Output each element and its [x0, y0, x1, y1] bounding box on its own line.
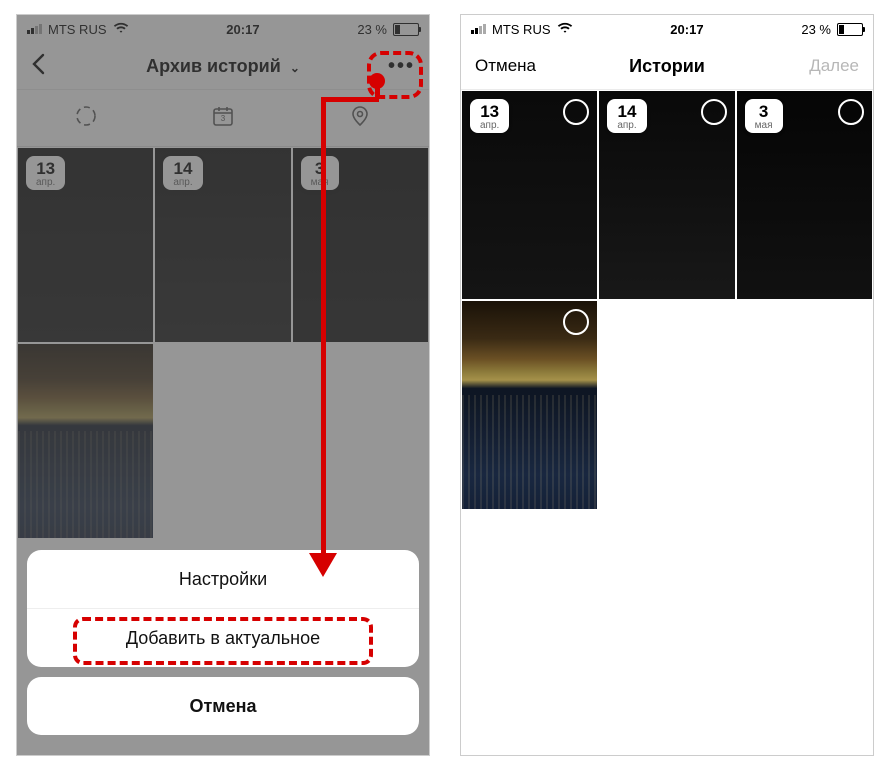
next-button[interactable]: Далее [809, 56, 859, 76]
select-ring-icon[interactable] [563, 309, 589, 335]
date-day: 14 [617, 103, 636, 121]
date-month: апр. [480, 121, 499, 132]
select-ring-icon[interactable] [838, 99, 864, 125]
battery-percent: 23 % [801, 22, 831, 37]
clock: 20:17 [670, 22, 703, 37]
date-badge: 3 мая [745, 99, 783, 133]
action-settings[interactable]: Настройки [27, 550, 419, 608]
date-day: 13 [480, 103, 499, 121]
date-month: апр. [617, 121, 636, 132]
action-cancel[interactable]: Отмена [27, 677, 419, 735]
annotation-highlight-more-button [367, 51, 423, 99]
date-month: мая [755, 121, 773, 132]
nav-header: Отмена Истории Далее [461, 43, 873, 90]
story-tile[interactable]: 13 апр. [461, 90, 598, 300]
status-bar: MTS RUS 20:17 23 % [461, 15, 873, 43]
story-tile-empty [736, 300, 873, 510]
story-tile[interactable]: 3 мая [736, 90, 873, 300]
stories-title-text: Истории [629, 56, 705, 76]
annotation-highlight-add-option [73, 617, 373, 665]
wifi-icon [557, 22, 573, 37]
cancel-button-label: Отмена [475, 56, 536, 75]
date-badge: 13 апр. [470, 99, 509, 133]
signal-icon [471, 24, 486, 34]
story-tile[interactable]: 14 апр. [598, 90, 735, 300]
battery-icon [837, 23, 863, 36]
story-tile[interactable] [461, 300, 598, 510]
next-button-label: Далее [809, 56, 859, 75]
cancel-button[interactable]: Отмена [475, 56, 536, 76]
select-ring-icon[interactable] [701, 99, 727, 125]
action-cancel-label: Отмена [189, 696, 256, 717]
stories-select-grid: 13 апр. 14 апр. 3 мая [461, 90, 873, 510]
phone-right: MTS RUS 20:17 23 % Отмена Истории Далее … [460, 14, 874, 756]
story-tile-empty [598, 300, 735, 510]
action-settings-label: Настройки [179, 569, 267, 590]
date-day: 3 [755, 103, 773, 121]
date-badge: 14 апр. [607, 99, 646, 133]
phone-left: MTS RUS 20:17 23 % Архив историй ⌄ ••• [16, 14, 430, 756]
carrier-label: MTS RUS [492, 22, 551, 37]
select-ring-icon[interactable] [563, 99, 589, 125]
action-sheet-cancel-group: Отмена [27, 677, 419, 735]
